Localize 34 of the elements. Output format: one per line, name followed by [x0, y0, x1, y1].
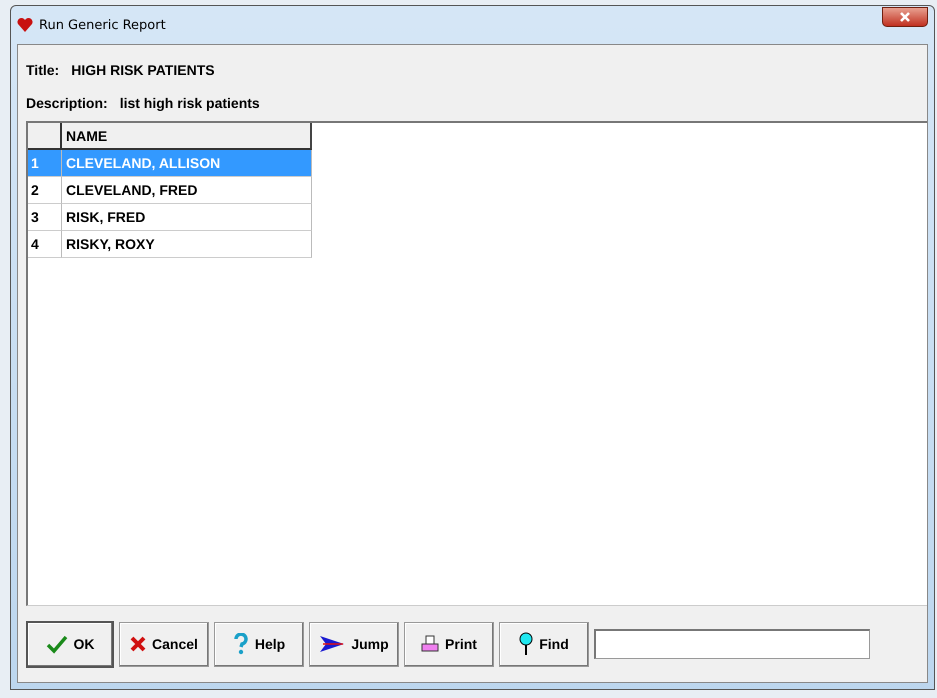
close-icon	[899, 11, 911, 23]
table-row[interactable]: 2 CLEVELAND, FRED	[28, 177, 927, 204]
column-header[interactable]: NAME	[62, 123, 312, 150]
app-icon	[17, 17, 33, 33]
pin-icon	[519, 632, 534, 656]
ok-button[interactable]: OK	[26, 620, 114, 668]
table-cell: CLEVELAND, ALLISON	[62, 150, 312, 177]
row-number: 4	[28, 231, 62, 258]
close-icon	[130, 636, 146, 652]
description-value: list high risk patients	[120, 94, 260, 110]
table-cell: CLEVELAND, FRED	[62, 177, 312, 204]
cancel-button[interactable]: Cancel	[119, 622, 209, 666]
title-value: HIGH RISK PATIENTS	[71, 62, 215, 78]
help-button[interactable]: Help	[214, 622, 304, 666]
window-title: Run Generic Report	[39, 18, 167, 32]
close-button[interactable]	[882, 7, 928, 27]
row-number: 3	[28, 204, 62, 231]
table-cell: RISK, FRED	[62, 204, 312, 231]
print-button[interactable]: Print	[404, 622, 494, 666]
corner-cell	[28, 123, 62, 150]
row-number: 1	[28, 150, 62, 177]
checkmark-icon	[46, 634, 68, 654]
printer-icon	[421, 635, 440, 653]
title-label: Title:	[26, 62, 60, 78]
table-row[interactable]: 3 RISK, FRED	[28, 204, 927, 231]
jump-button[interactable]: Jump	[309, 622, 399, 666]
find-button[interactable]: Find	[499, 622, 589, 666]
arrow-icon	[319, 635, 346, 653]
table-cell: RISKY, ROXY	[62, 231, 312, 258]
row-number: 2	[28, 177, 62, 204]
table-row[interactable]: 4 RISKY, ROXY	[28, 231, 927, 258]
description-label: Description:	[26, 94, 108, 110]
help-icon	[232, 633, 249, 655]
find-input[interactable]	[594, 629, 870, 659]
